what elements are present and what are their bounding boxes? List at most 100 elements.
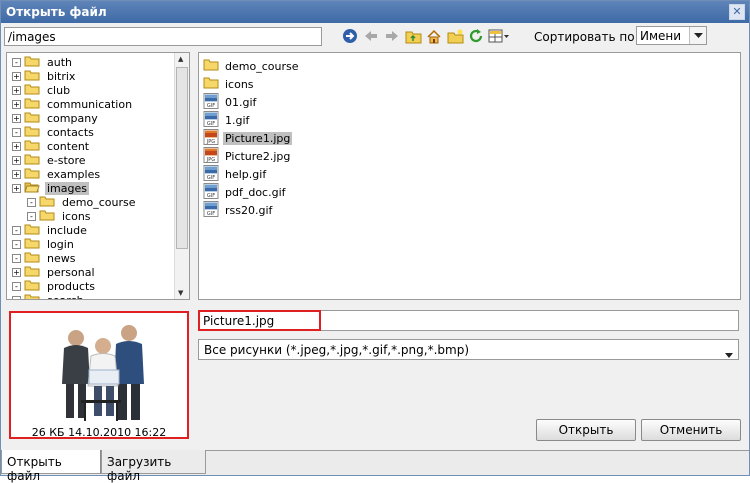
tree-scrollbar[interactable]: ▲ ▼ — [174, 53, 189, 299]
expand-icon[interactable]: + — [12, 113, 21, 123]
collapse-icon[interactable]: - — [27, 211, 36, 221]
expand-icon[interactable]: + — [12, 71, 21, 81]
view-mode-icon[interactable] — [488, 27, 510, 45]
chevron-down-icon[interactable] — [689, 27, 706, 44]
close-icon: ✕ — [732, 5, 742, 18]
tree-item-label: demo_course — [62, 195, 136, 209]
tree-item[interactable]: + bitrix — [12, 69, 77, 83]
path-input[interactable]: /images — [4, 27, 322, 46]
folder-icon — [24, 111, 40, 126]
expand-icon[interactable]: + — [12, 169, 21, 179]
file-item-label: icons — [225, 77, 254, 91]
tree-item[interactable]: - icons — [27, 209, 93, 223]
expand-icon[interactable]: + — [12, 267, 21, 277]
tree-item-label: products — [47, 279, 96, 293]
back-arrow-icon[interactable] — [362, 27, 380, 45]
preview-image — [51, 316, 151, 428]
folder-tree[interactable]: - auth + bitrix + club + communication + company -… — [6, 52, 190, 300]
toolbar — [341, 27, 513, 45]
file-item[interactable]: GIF help.gif — [203, 164, 268, 182]
chevron-down-icon[interactable] — [725, 347, 733, 361]
scroll-up-icon[interactable]: ▲ — [178, 55, 183, 63]
cancel-button[interactable]: Отменить — [641, 419, 741, 441]
tree-item[interactable]: + communication — [12, 97, 134, 111]
tree-item-label: club — [47, 83, 71, 97]
svg-text:GIF: GIF — [207, 121, 215, 127]
folder-icon — [24, 279, 40, 294]
close-button[interactable]: ✕ — [729, 4, 745, 20]
expand-icon[interactable]: + — [12, 99, 21, 109]
file-item[interactable]: JPG Picture2.jpg — [203, 146, 292, 164]
refresh-icon[interactable] — [467, 27, 485, 45]
file-item[interactable]: JPG Picture1.jpg — [203, 128, 293, 146]
file-item[interactable]: GIF 01.gif — [203, 92, 258, 110]
tree-item[interactable]: - contacts — [12, 125, 96, 139]
tree-item-label: login — [47, 237, 74, 251]
tree-item[interactable]: - login — [12, 237, 76, 251]
svg-text:GIF: GIF — [207, 175, 215, 181]
file-item[interactable]: icons — [203, 76, 256, 92]
tree-item[interactable]: - search — [12, 293, 86, 299]
collapse-icon[interactable]: - — [12, 239, 21, 249]
tree-item[interactable]: - demo_course — [27, 195, 137, 209]
tree-item[interactable]: + content — [12, 139, 91, 153]
collapse-icon[interactable]: - — [12, 253, 21, 263]
collapse-icon[interactable]: - — [12, 127, 21, 137]
file-item[interactable]: demo_course — [203, 58, 300, 74]
file-item[interactable]: GIF 1.gif — [203, 110, 251, 128]
sort-label: Сортировать по: — [534, 30, 639, 44]
tree-item[interactable]: - products — [12, 279, 97, 293]
tree-item[interactable]: - include — [12, 223, 89, 237]
folder-icon — [24, 55, 40, 70]
forward-arrow-icon[interactable] — [383, 27, 401, 45]
tab-open-file[interactable]: Открыть файл — [1, 450, 101, 483]
file-item[interactable]: GIF rss20.gif — [203, 200, 274, 220]
filename-input[interactable]: Picture1.jpg — [198, 310, 739, 331]
collapse-icon[interactable]: - — [12, 57, 21, 67]
sort-select[interactable]: Имени — [636, 26, 707, 45]
expand-icon[interactable]: + — [12, 85, 21, 95]
collapse-icon[interactable]: - — [12, 225, 21, 235]
collapse-icon[interactable]: - — [27, 197, 36, 207]
tree-item-label: bitrix — [47, 69, 76, 83]
open-button[interactable]: Открыть — [536, 419, 636, 441]
gif-file-icon: GIF — [203, 200, 219, 220]
file-item-label: Picture2.jpg — [225, 149, 291, 163]
tree-item[interactable]: + images — [12, 181, 89, 195]
collapse-icon[interactable]: - — [12, 281, 21, 291]
tree-item[interactable]: + e-store — [12, 153, 88, 167]
filename-value[interactable]: Picture1.jpg — [198, 310, 321, 331]
up-folder-icon[interactable] — [404, 27, 422, 45]
collapse-icon[interactable]: - — [12, 295, 21, 299]
folder-icon — [24, 125, 40, 140]
tree-item-label: content — [47, 139, 90, 153]
expand-icon[interactable]: + — [12, 155, 21, 165]
window-title: Открыть файл — [6, 5, 107, 19]
home-icon[interactable] — [425, 27, 443, 45]
tree-item-label: company — [47, 111, 98, 125]
new-folder-icon[interactable] — [446, 27, 464, 45]
tree-item-label: e-store — [47, 153, 86, 167]
tree-item[interactable]: + personal — [12, 265, 97, 279]
file-item-label: pdf_doc.gif — [225, 185, 286, 199]
tree-item-label: include — [47, 223, 87, 237]
tree-item[interactable]: + company — [12, 111, 100, 125]
folder-open-icon — [24, 181, 40, 196]
file-item[interactable]: GIF pdf_doc.gif — [203, 182, 288, 200]
expand-icon[interactable]: + — [12, 183, 21, 193]
scroll-down-icon[interactable]: ▼ — [178, 289, 183, 297]
tree-item-label: contacts — [47, 125, 94, 139]
file-list[interactable]: demo_course icons GIF 01.gif GIF 1.gif JPG Pict… — [198, 52, 741, 300]
expand-icon[interactable]: + — [12, 141, 21, 151]
file-type-select[interactable]: Все рисунки (*.jpeg,*.jpg,*.gif,*.png,*.… — [198, 339, 739, 360]
svg-text:GIF: GIF — [207, 103, 215, 109]
scrollbar-thumb[interactable] — [176, 67, 188, 249]
go-arrow-icon[interactable] — [341, 27, 359, 45]
tree-item[interactable]: + club — [12, 83, 72, 97]
folder-icon — [24, 97, 40, 112]
folder-icon — [24, 167, 40, 182]
tree-item[interactable]: - news — [12, 251, 77, 265]
tree-item[interactable]: - auth — [12, 55, 74, 69]
tab-upload-file[interactable]: Загрузить файл — [101, 450, 206, 483]
tree-item[interactable]: + examples — [12, 167, 102, 181]
